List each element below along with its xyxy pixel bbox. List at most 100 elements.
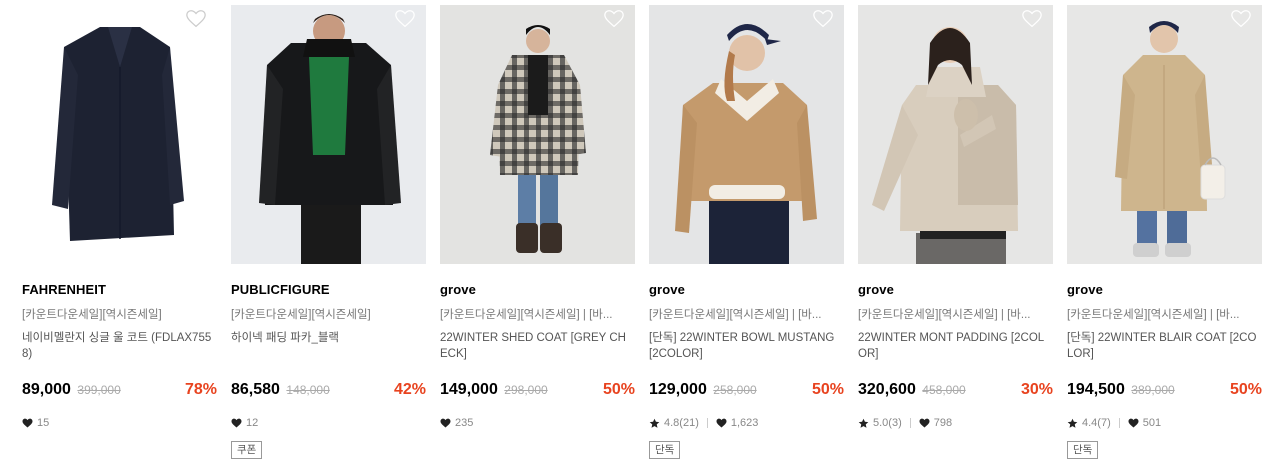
like-count: 15 — [22, 417, 49, 429]
rating: 4.4(7) — [1067, 417, 1111, 429]
product-image[interactable] — [649, 5, 844, 264]
product-stats: 15 — [22, 417, 49, 429]
price: 194,500 389,000 — [1067, 381, 1175, 399]
promo-tags: [카운트다운세일][역시즌세일] — [231, 309, 371, 321]
product-card[interactable]: PUBLICFIGURE [카운트다운세일][역시즌세일] 하이넥 패딩 파카_… — [231, 0, 426, 474]
divider — [1118, 418, 1120, 428]
sale-price: 194,500 — [1067, 381, 1125, 398]
product-card[interactable]: grove [카운트다운세일][역시즌세일] | [바... [단독] 22WI… — [649, 0, 844, 474]
like-count: 798 — [919, 417, 952, 429]
discount-rate: 50% — [811, 381, 844, 398]
discount-rate: 50% — [1229, 381, 1262, 398]
product-image[interactable] — [22, 5, 217, 264]
price: 129,000 258,000 — [649, 381, 757, 399]
heart-filled-icon — [919, 418, 930, 428]
sale-price: 320,600 — [858, 381, 916, 398]
rating-value: 4.4(7) — [1082, 417, 1111, 429]
original-price: 399,000 — [77, 383, 121, 397]
like-count: 12 — [231, 417, 258, 429]
product-card[interactable]: grove [카운트다운세일][역시즌세일] | [바... 22WINTER … — [440, 0, 635, 474]
promo-tags: [카운트다운세일][역시즌세일] | [바... — [1067, 309, 1240, 321]
brand-name[interactable]: FAHRENHEIT — [22, 282, 106, 297]
brand-name[interactable]: grove — [649, 282, 685, 297]
like-count-value: 501 — [1142, 417, 1162, 429]
brand-name[interactable]: grove — [440, 282, 476, 297]
product-card[interactable]: grove [카운트다운세일][역시즌세일] | [바... 22WINTER … — [858, 0, 1053, 474]
price: 89,000 399,000 — [22, 381, 121, 399]
product-name[interactable]: 22WINTER SHED COAT [GREY CHECK] — [440, 330, 633, 362]
brand-name[interactable]: PUBLICFIGURE — [231, 282, 330, 297]
rating-value: 4.8(21) — [664, 417, 699, 429]
product-name[interactable]: 하이넥 패딩 파카_블랙 — [231, 330, 424, 346]
wishlist-heart-icon[interactable] — [185, 8, 207, 30]
product-image[interactable] — [440, 5, 635, 264]
rating: 5.0(3) — [858, 417, 902, 429]
wishlist-heart-icon[interactable] — [1021, 8, 1043, 30]
product-stats: 235 — [440, 417, 473, 429]
divider — [909, 418, 911, 428]
original-price: 258,000 — [713, 383, 757, 397]
original-price: 389,000 — [1131, 383, 1175, 397]
brand-name[interactable]: grove — [858, 282, 894, 297]
sale-price: 86,580 — [231, 381, 280, 398]
product-card[interactable]: FAHRENHEIT [카운트다운세일][역시즌세일] 네이비멜란지 싱글 울 … — [22, 0, 217, 474]
product-image[interactable] — [858, 5, 1053, 264]
price: 149,000 298,000 — [440, 381, 548, 399]
price: 320,600 458,000 — [858, 381, 966, 399]
product-name[interactable]: [단독] 22WINTER BOWL MUSTANG [2COLOR] — [649, 330, 842, 362]
star-icon — [858, 418, 869, 428]
brand-name[interactable]: grove — [1067, 282, 1103, 297]
original-price: 458,000 — [922, 383, 966, 397]
divider — [706, 418, 708, 428]
heart-filled-icon — [716, 418, 727, 428]
heart-filled-icon — [231, 418, 242, 428]
star-icon — [1067, 418, 1078, 428]
wishlist-heart-icon[interactable] — [603, 8, 625, 30]
like-count-value: 798 — [933, 417, 953, 429]
star-icon — [649, 418, 660, 428]
original-price: 148,000 — [286, 383, 330, 397]
discount-rate: 78% — [184, 381, 217, 398]
price: 86,580 148,000 — [231, 381, 330, 399]
coupon-badge: 쿠폰 — [231, 441, 263, 459]
exclusive-badge: 단독 — [649, 441, 681, 459]
product-stats: 4.4(7) 501 — [1067, 417, 1161, 429]
like-count: 501 — [1128, 417, 1161, 429]
product-stats: 5.0(3) 798 — [858, 417, 952, 429]
original-price: 298,000 — [504, 383, 548, 397]
promo-tags: [카운트다운세일][역시즌세일] | [바... — [440, 309, 613, 321]
sale-price: 89,000 — [22, 381, 71, 398]
like-count-value: 15 — [37, 417, 50, 429]
heart-filled-icon — [22, 418, 33, 428]
product-stats: 12 — [231, 417, 258, 429]
like-count-value: 1,623 — [730, 417, 759, 429]
rating-value: 5.0(3) — [873, 417, 902, 429]
product-stats: 4.8(21) 1,623 — [649, 417, 758, 429]
like-count-value: 235 — [455, 417, 474, 429]
like-count: 235 — [440, 417, 473, 429]
heart-filled-icon — [1128, 418, 1139, 428]
wishlist-heart-icon[interactable] — [812, 8, 834, 30]
promo-tags: [카운트다운세일][역시즌세일] — [22, 309, 162, 321]
like-count-value: 12 — [246, 417, 259, 429]
discount-rate: 30% — [1020, 381, 1053, 398]
product-name[interactable]: 네이비멜란지 싱글 울 코트 (FDLAX7558) — [22, 330, 215, 362]
product-card[interactable]: grove [카운트다운세일][역시즌세일] | [바... [단독] 22WI… — [1067, 0, 1262, 474]
rating: 4.8(21) — [649, 417, 699, 429]
product-grid: FAHRENHEIT [카운트다운세일][역시즌세일] 네이비멜란지 싱글 울 … — [0, 0, 1275, 474]
promo-tags: [카운트다운세일][역시즌세일] | [바... — [858, 309, 1031, 321]
wishlist-heart-icon[interactable] — [394, 8, 416, 30]
like-count: 1,623 — [716, 417, 759, 429]
promo-tags: [카운트다운세일][역시즌세일] | [바... — [649, 309, 822, 321]
product-name[interactable]: [단독] 22WINTER BLAIR COAT [2COLOR] — [1067, 330, 1260, 362]
wishlist-heart-icon[interactable] — [1230, 8, 1252, 30]
exclusive-badge: 단독 — [1067, 441, 1099, 459]
discount-rate: 50% — [602, 381, 635, 398]
sale-price: 129,000 — [649, 381, 707, 398]
product-image[interactable] — [231, 5, 426, 264]
product-image[interactable] — [1067, 5, 1262, 264]
heart-filled-icon — [440, 418, 451, 428]
sale-price: 149,000 — [440, 381, 498, 398]
product-name[interactable]: 22WINTER MONT PADDING [2COLOR] — [858, 330, 1051, 362]
discount-rate: 42% — [393, 381, 426, 398]
